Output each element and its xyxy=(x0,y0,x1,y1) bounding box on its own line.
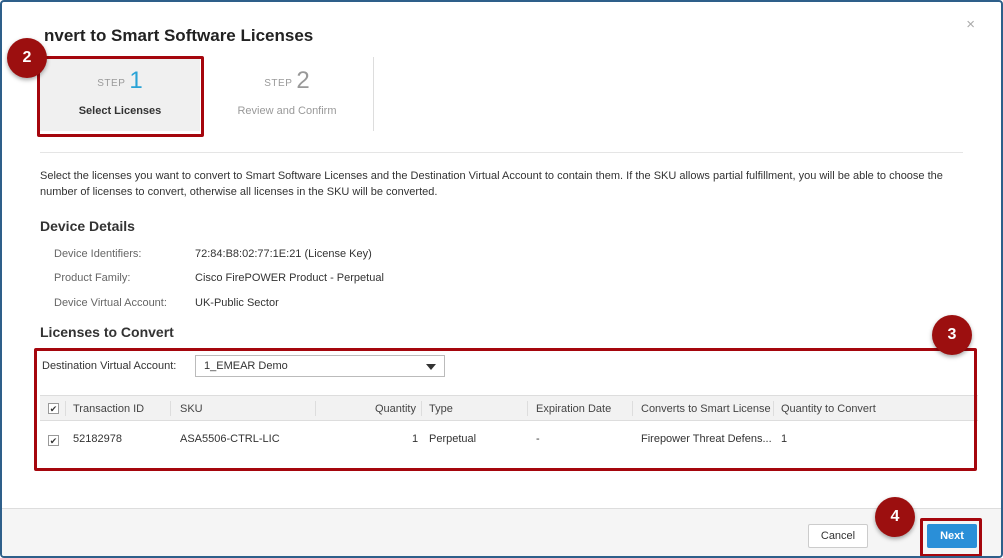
device-identifiers-label: Device Identifiers: xyxy=(54,248,142,260)
licenses-heading: Licenses to Convert xyxy=(40,324,174,340)
col-type[interactable]: Type xyxy=(429,403,453,415)
col-expiration-date[interactable]: Expiration Date xyxy=(536,403,611,415)
col-quantity[interactable]: Quantity xyxy=(375,403,416,415)
row-checkbox[interactable]: ✔ xyxy=(48,435,59,446)
cell-quantity: 1 xyxy=(412,433,419,445)
column-separator xyxy=(773,401,774,416)
step-2-label: Review and Confirm xyxy=(237,105,337,117)
cell-expiration-date: - xyxy=(536,433,540,445)
step-1-label: Select Licenses xyxy=(78,105,162,117)
device-details-heading: Device Details xyxy=(40,218,135,234)
col-quantity-to-convert[interactable]: Quantity to Convert xyxy=(781,403,876,415)
licenses-table-header: ✔ Transaction ID SKU Quantity Type Expir… xyxy=(40,395,978,421)
destination-account-select[interactable]: 1_EMEAR Demo xyxy=(195,355,445,377)
caret-down-icon xyxy=(426,364,436,370)
device-identifiers-value: 72:84:B8:02:77:1E:21 (License Key) xyxy=(195,248,372,260)
select-all-checkbox[interactable]: ✔ xyxy=(48,403,59,414)
divider xyxy=(40,152,963,153)
column-separator xyxy=(65,401,66,416)
column-separator xyxy=(315,401,316,416)
column-separator xyxy=(170,401,171,416)
annotation-badge-4: 4 xyxy=(875,497,915,537)
close-icon[interactable]: × xyxy=(966,16,975,33)
step-1-prefix: STEP xyxy=(97,78,126,89)
cell-quantity-to-convert: 1 xyxy=(781,433,788,445)
cell-transaction-id: 52182978 xyxy=(73,433,122,445)
column-separator xyxy=(421,401,422,416)
annotation-badge-3: 3 xyxy=(932,315,972,355)
step-2-tab[interactable]: STEP 2 Review and Confirm xyxy=(201,57,374,131)
step-1-number: 1 xyxy=(129,67,143,94)
product-family-value: Cisco FirePOWER Product - Perpetual xyxy=(195,272,384,284)
col-transaction-id[interactable]: Transaction ID xyxy=(73,403,144,415)
step-1-tab[interactable]: STEP 1 Select Licenses xyxy=(40,57,200,131)
cell-converts-to: Firepower Threat Defens... xyxy=(641,433,772,445)
device-virtual-account-value: UK-Public Sector xyxy=(195,297,279,309)
cancel-button[interactable]: Cancel xyxy=(808,524,868,548)
column-separator xyxy=(632,401,633,416)
dialog-title: nvert to Smart Software Licenses xyxy=(44,26,314,45)
step-2-number: 2 xyxy=(296,67,310,94)
col-converts-to[interactable]: Converts to Smart License xyxy=(641,403,771,415)
convert-licenses-dialog: nvert to Smart Software Licenses × STEP … xyxy=(0,0,1003,558)
destination-account-value: 1_EMEAR Demo xyxy=(204,360,288,372)
destination-account-label: Destination Virtual Account: xyxy=(42,360,177,372)
col-sku[interactable]: SKU xyxy=(180,403,203,415)
table-row[interactable]: ✔ 52182978 ASA5506-CTRL-LIC 1 Perpetual … xyxy=(40,422,978,456)
column-separator xyxy=(527,401,528,416)
cell-type: Perpetual xyxy=(429,433,477,445)
intro-text: Select the licenses you want to convert … xyxy=(40,170,943,198)
next-button[interactable]: Next xyxy=(927,524,977,548)
annotation-badge-2: 2 xyxy=(7,38,47,78)
product-family-label: Product Family: xyxy=(54,272,131,284)
device-virtual-account-label: Device Virtual Account: xyxy=(54,297,167,309)
cell-sku: ASA5506-CTRL-LIC xyxy=(180,433,280,445)
step-2-prefix: STEP xyxy=(264,78,293,89)
